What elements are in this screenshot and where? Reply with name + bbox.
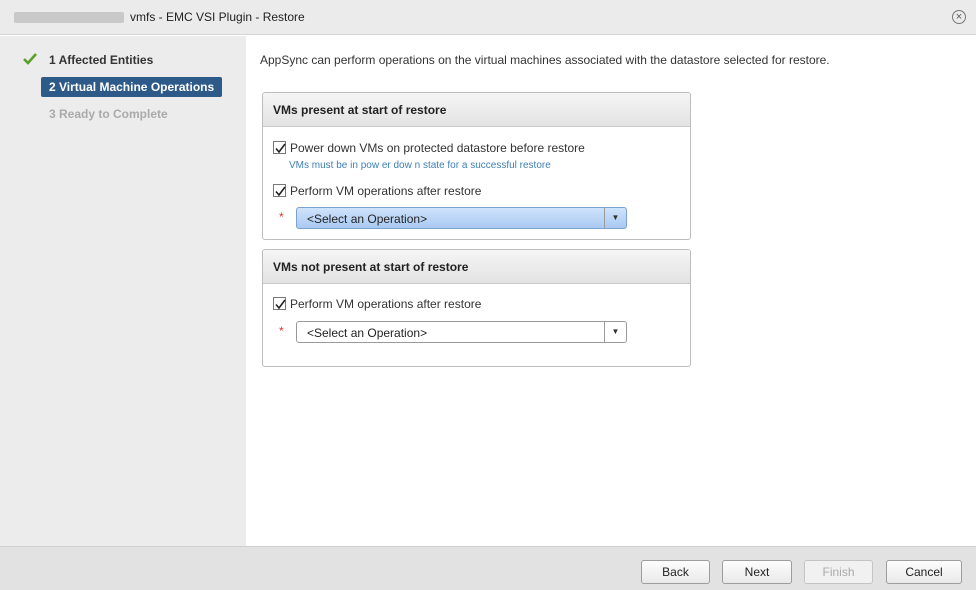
finish-button: Finish	[804, 560, 873, 584]
power-down-checkbox[interactable]	[273, 141, 286, 154]
dialog-title: vmfs - EMC VSI Plugin - Restore	[130, 10, 305, 24]
perform-ops-label: Perform VM operations after restore	[290, 184, 482, 198]
close-button[interactable]: ×	[952, 10, 966, 24]
perform-ops-row: Perform VM operations after restore	[273, 296, 481, 312]
power-down-hint: VMs must be in pow er dow n state for a …	[289, 160, 551, 171]
main-content: AppSync can perform operations on the vi…	[246, 36, 976, 546]
step-affected-entities[interactable]: 1 Affected Entities	[49, 50, 153, 70]
operation-select[interactable]: <Select an Operation> ▼	[296, 207, 627, 229]
dropdown-arrow-icon[interactable]: ▼	[604, 322, 626, 342]
dropdown-arrow-icon[interactable]: ▼	[604, 208, 626, 228]
perform-ops-row: Perform VM operations after restore	[273, 183, 481, 199]
back-button[interactable]: Back	[641, 560, 710, 584]
checkbox-check-icon	[275, 143, 286, 154]
perform-ops-label: Perform VM operations after restore	[290, 297, 482, 311]
intro-text: AppSync can perform operations on the vi…	[260, 53, 830, 67]
power-down-label: Power down VMs on protected datastore be…	[290, 141, 585, 155]
select-value: <Select an Operation>	[307, 212, 428, 226]
step-virtual-machine-operations[interactable]: 2 Virtual Machine Operations	[41, 77, 223, 97]
next-button[interactable]: Next	[722, 560, 792, 584]
power-down-row: Power down VMs on protected datastore be…	[273, 140, 585, 156]
wizard-steps-sidebar: 1 Affected Entities 2 Virtual Machine Op…	[0, 36, 246, 546]
title-bar: vmfs - EMC VSI Plugin - Restore ×	[0, 0, 976, 35]
required-marker: *	[279, 324, 284, 338]
checkbox-check-icon	[275, 299, 286, 310]
panel-title: VMs present at start of restore	[263, 93, 690, 127]
perform-ops-checkbox[interactable]	[273, 184, 286, 197]
footer-bar: Back Next Finish Cancel	[0, 546, 976, 590]
required-marker: *	[279, 210, 284, 224]
select-value: <Select an Operation>	[307, 326, 428, 340]
operation-select[interactable]: <Select an Operation> ▼	[296, 321, 627, 343]
restore-dialog: vmfs - EMC VSI Plugin - Restore × 1 Affe…	[0, 0, 976, 590]
vms-not-present-panel: VMs not present at start of restore Perf…	[262, 249, 691, 367]
checkbox-check-icon	[275, 186, 286, 197]
panel-title: VMs not present at start of restore	[263, 250, 690, 284]
redacted-datastore-name	[14, 12, 124, 23]
cancel-button[interactable]: Cancel	[886, 560, 962, 584]
checkmark-icon	[23, 53, 37, 65]
step-ready-to-complete: 3 Ready to Complete	[49, 107, 168, 121]
perform-ops-checkbox[interactable]	[273, 297, 286, 310]
vms-present-panel: VMs present at start of restore Power do…	[262, 92, 691, 240]
